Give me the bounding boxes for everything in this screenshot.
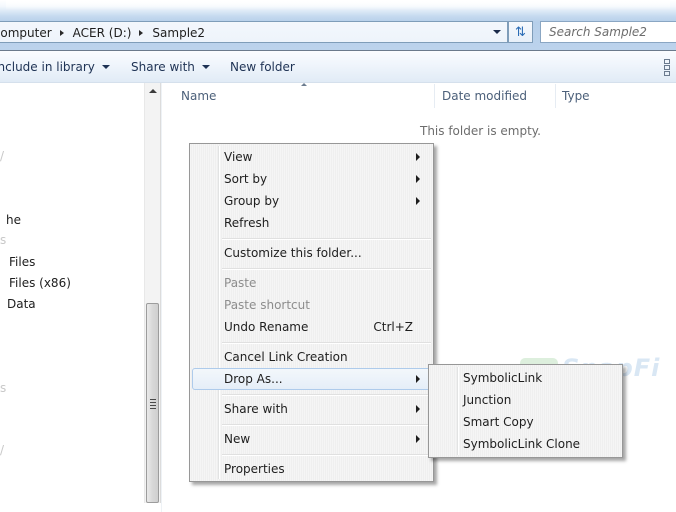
chevron-right-icon[interactable] xyxy=(59,30,64,36)
nav-item[interactable]: Data xyxy=(7,297,36,311)
menu-item-label: Customize this folder... xyxy=(224,246,362,260)
menu-item-new[interactable]: New xyxy=(192,428,431,450)
menu-item-view[interactable]: View xyxy=(192,146,431,168)
nav-item-faded: s xyxy=(0,233,7,247)
share-with-label: Share with xyxy=(131,60,195,74)
submenu-arrow-icon xyxy=(416,197,420,205)
submenu-arrow-icon xyxy=(416,375,420,383)
menu-item-undo-rename[interactable]: Undo Rename Ctrl+Z xyxy=(192,316,431,338)
menu-item-label: Paste shortcut xyxy=(224,298,310,312)
context-menu: View Sort by Group by Refresh Customize … xyxy=(189,143,434,482)
submenu-arrow-icon xyxy=(416,153,420,161)
submenu-arrow-icon xyxy=(416,435,420,443)
menu-item-label: Drop As... xyxy=(224,372,283,386)
refresh-icon: ⇅ xyxy=(515,24,526,40)
menu-item-shortcut: Ctrl+Z xyxy=(373,320,413,334)
submenu-item-junction[interactable]: Junction xyxy=(431,389,620,411)
menu-separator xyxy=(222,238,431,240)
column-divider[interactable] xyxy=(555,84,556,108)
submenu-item-smart-copy[interactable]: Smart Copy xyxy=(431,411,620,433)
sort-ascending-icon xyxy=(301,83,307,86)
nav-item[interactable]: Files xyxy=(9,255,35,269)
menu-item-label: Undo Rename xyxy=(224,320,309,334)
navigation-pane: / he s Files Files (x86) Data s / xyxy=(0,83,144,512)
column-header-name[interactable]: Name xyxy=(181,89,216,103)
pane-divider[interactable] xyxy=(161,83,162,512)
nav-item-faded: / xyxy=(0,149,5,163)
menu-separator xyxy=(222,424,431,426)
menu-item-cancel-link-creation[interactable]: Cancel Link Creation xyxy=(192,346,431,368)
menu-item-refresh[interactable]: Refresh xyxy=(192,212,431,234)
search-input[interactable] xyxy=(541,22,676,41)
menu-separator xyxy=(222,454,431,456)
submenu-arrow-icon xyxy=(416,175,420,183)
view-options-icon[interactable] xyxy=(664,59,672,76)
menu-item-label: Junction xyxy=(463,393,512,407)
menu-item-label: Group by xyxy=(224,194,280,208)
menu-item-label: New xyxy=(224,432,251,446)
menu-item-label: Properties xyxy=(224,462,285,476)
breadcrumb-folder[interactable]: Sample2 xyxy=(152,26,205,40)
empty-folder-message: This folder is empty. xyxy=(420,124,541,138)
menu-item-label: SymbolicLink xyxy=(463,371,543,385)
menu-item-label: Share with xyxy=(224,402,288,416)
nav-pane-scrollbar[interactable] xyxy=(144,83,161,503)
menu-item-customize-folder[interactable]: Customize this folder... xyxy=(192,242,431,264)
submenu-item-symboliclink[interactable]: SymbolicLink xyxy=(431,367,620,389)
new-folder-label: New folder xyxy=(230,60,295,74)
nav-item[interactable]: he xyxy=(6,213,21,227)
chevron-down-icon xyxy=(101,65,110,69)
chevron-right-icon[interactable] xyxy=(139,30,144,36)
refresh-button[interactable]: ⇅ xyxy=(508,21,533,43)
menu-item-label: Smart Copy xyxy=(463,415,534,429)
search-box[interactable] xyxy=(540,21,676,43)
include-in-library-button[interactable]: Include in library xyxy=(0,60,110,74)
menu-item-paste-shortcut[interactable]: Paste shortcut xyxy=(192,294,431,316)
nav-item[interactable]: Files (x86) xyxy=(9,276,71,290)
menu-item-label: Refresh xyxy=(224,216,270,230)
menu-item-group-by[interactable]: Group by xyxy=(192,190,431,212)
grip-icon xyxy=(150,399,156,411)
menu-item-label: Paste xyxy=(224,276,257,290)
nav-item-faded: / xyxy=(0,443,5,457)
menu-separator xyxy=(222,268,431,270)
menu-item-label: SymbolicLink Clone xyxy=(463,437,581,451)
menu-item-share-with[interactable]: Share with xyxy=(192,398,431,420)
nav-item-faded: s xyxy=(0,381,7,395)
menu-item-label: Sort by xyxy=(224,172,268,186)
command-bar: Include in library Share with New folder xyxy=(0,50,676,83)
scrollbar-thumb[interactable] xyxy=(146,303,159,503)
menu-item-label: View xyxy=(224,150,253,164)
menu-item-drop-as[interactable]: Drop As... xyxy=(192,368,431,390)
share-with-button[interactable]: Share with xyxy=(131,60,210,74)
include-in-library-label: Include in library xyxy=(0,60,95,74)
submenu-item-symboliclink-clone[interactable]: SymbolicLink Clone xyxy=(431,433,620,455)
breadcrumb-drive[interactable]: ACER (D:) xyxy=(73,26,132,40)
menu-separator xyxy=(222,342,431,344)
chevron-down-icon xyxy=(201,65,210,69)
menu-separator xyxy=(222,394,431,396)
menu-item-paste[interactable]: Paste xyxy=(192,272,431,294)
new-folder-button[interactable]: New folder xyxy=(230,60,295,74)
address-bar[interactable]: Computer ACER (D:) Sample2 xyxy=(0,21,508,43)
menu-item-sort-by[interactable]: Sort by xyxy=(192,168,431,190)
menu-item-properties[interactable]: Properties xyxy=(192,458,431,480)
breadcrumb: Computer ACER (D:) Sample2 xyxy=(0,25,205,41)
breadcrumb-computer[interactable]: Computer xyxy=(0,26,52,40)
address-history-dropdown-icon[interactable] xyxy=(493,30,501,34)
column-divider[interactable] xyxy=(434,84,435,108)
drop-as-submenu: SymbolicLink Junction Smart Copy Symboli… xyxy=(428,364,623,458)
scroll-up-icon[interactable] xyxy=(149,89,157,93)
column-header-date-modified[interactable]: Date modified xyxy=(442,89,527,103)
column-header-type[interactable]: Type xyxy=(562,89,590,103)
menu-item-label: Cancel Link Creation xyxy=(224,350,348,364)
submenu-arrow-icon xyxy=(416,405,420,413)
